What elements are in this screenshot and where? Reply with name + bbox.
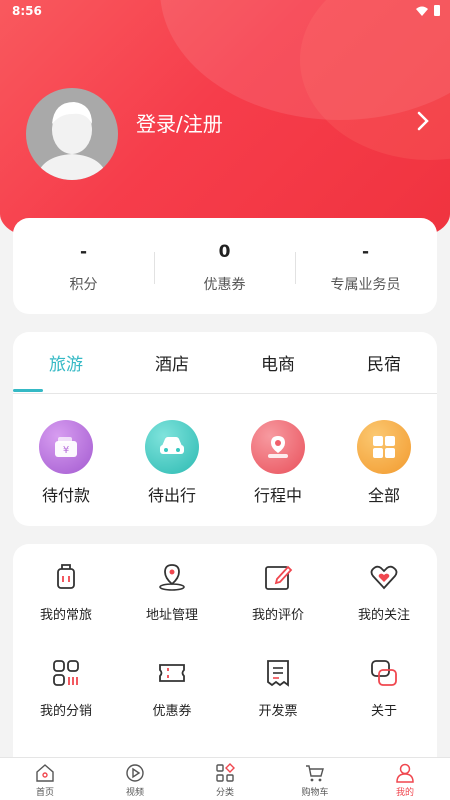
nav-label: 购物车 xyxy=(301,788,329,798)
service-invoice[interactable]: 开发票 xyxy=(225,658,331,738)
order-to-travel[interactable]: 待出行 xyxy=(119,420,225,510)
service-favorites[interactable]: 我的关注 xyxy=(331,562,437,642)
order-in-progress[interactable]: 行程中 xyxy=(225,420,331,510)
stat-points[interactable]: - 积分 xyxy=(13,218,154,314)
heart-icon xyxy=(370,565,398,590)
service-distribution[interactable]: 我的分销 xyxy=(13,658,119,738)
nav-mine[interactable]: 我的 xyxy=(360,763,450,800)
service-label: 优惠券 xyxy=(152,704,192,719)
service-label: 我的关注 xyxy=(357,608,410,623)
location-icon xyxy=(251,420,305,474)
stat-value: 0 xyxy=(218,242,231,262)
stat-label: 优惠券 xyxy=(203,277,246,293)
stat-coupons[interactable]: 0 优惠券 xyxy=(154,218,295,314)
nav-label: 分类 xyxy=(215,788,234,798)
nav-video[interactable]: 视频 xyxy=(90,763,180,800)
service-label: 地址管理 xyxy=(145,608,198,623)
wallet-icon: ¥ xyxy=(39,420,93,474)
car-icon xyxy=(145,420,199,474)
service-label: 我的分销 xyxy=(39,704,92,719)
services-card: 我的常旅 地址管理 我的评价 我的关注 我的分销 优惠券 开发票 关于 xyxy=(13,544,437,764)
nav-category[interactable]: 分类 xyxy=(180,763,270,800)
active-tab-indicator xyxy=(13,389,43,392)
nav-label: 我的 xyxy=(395,788,414,798)
play-icon xyxy=(126,764,144,782)
order-label: 待出行 xyxy=(147,486,196,505)
coupon-icon xyxy=(159,664,185,682)
order-tabs: 旅游 酒店 电商 民宿 xyxy=(13,332,437,394)
login-row[interactable]: 登录/注册 xyxy=(26,88,429,180)
service-about[interactable]: 关于 xyxy=(331,658,437,738)
about-icon xyxy=(371,660,397,686)
service-address[interactable]: 地址管理 xyxy=(119,562,225,642)
login-register-link[interactable]: 登录/注册 xyxy=(136,108,223,137)
status-bar: 8:56 xyxy=(0,0,450,22)
nav-home[interactable]: 首页 xyxy=(0,763,90,800)
luggage-icon xyxy=(57,564,75,589)
default-avatar-icon xyxy=(36,102,108,180)
service-coupons[interactable]: 优惠券 xyxy=(119,658,225,738)
tab-ecommerce[interactable]: 电商 xyxy=(225,350,331,375)
orders-card: 旅游 酒店 电商 民宿 ¥ 待付款 待出行 行程中 全部 xyxy=(13,332,437,526)
status-icons xyxy=(416,5,440,16)
bottom-nav: 首页 视频 分类 购物车 我的 xyxy=(0,757,450,800)
service-label: 我的常旅 xyxy=(39,608,92,623)
service-label: 开发票 xyxy=(258,704,298,719)
stat-salesperson[interactable]: - 专属业务员 xyxy=(295,218,436,314)
receipt-icon xyxy=(267,660,289,687)
avatar[interactable] xyxy=(26,88,118,180)
apps-icon xyxy=(53,660,79,686)
order-pending-payment[interactable]: ¥ 待付款 xyxy=(13,420,119,510)
tab-hotel[interactable]: 酒店 xyxy=(119,350,225,375)
stat-label: 积分 xyxy=(69,277,98,293)
tab-travel[interactable]: 旅游 xyxy=(13,350,119,375)
stats-card: - 积分 0 优惠券 - 专属业务员 xyxy=(13,218,437,314)
status-time: 8:56 xyxy=(12,4,42,18)
nav-label: 视频 xyxy=(125,788,144,798)
grid-icon xyxy=(357,420,411,474)
service-label: 我的评价 xyxy=(251,608,304,623)
order-label: 全部 xyxy=(367,486,400,505)
stat-label: 专属业务员 xyxy=(330,277,401,293)
svg-text:¥: ¥ xyxy=(63,445,69,456)
nav-label: 首页 xyxy=(35,788,54,798)
map-pin-icon xyxy=(159,564,185,591)
service-label: 关于 xyxy=(370,704,397,719)
edit-icon xyxy=(265,565,293,590)
nav-cart[interactable]: 购物车 xyxy=(270,763,360,800)
stat-value: - xyxy=(361,242,370,262)
home-icon xyxy=(36,764,54,782)
service-reviews[interactable]: 我的评价 xyxy=(225,562,331,642)
cart-icon xyxy=(306,765,324,782)
stat-value: - xyxy=(79,242,88,262)
wifi-icon xyxy=(416,6,428,16)
order-label: 待付款 xyxy=(41,486,90,505)
battery-icon xyxy=(434,5,440,16)
tab-homestay[interactable]: 民宿 xyxy=(331,350,437,375)
order-label: 行程中 xyxy=(253,486,302,505)
service-frequent-travelers[interactable]: 我的常旅 xyxy=(13,562,119,642)
category-icon xyxy=(216,763,235,782)
order-all[interactable]: 全部 xyxy=(331,420,437,510)
user-icon xyxy=(396,763,414,783)
chevron-right-icon[interactable] xyxy=(416,110,430,132)
